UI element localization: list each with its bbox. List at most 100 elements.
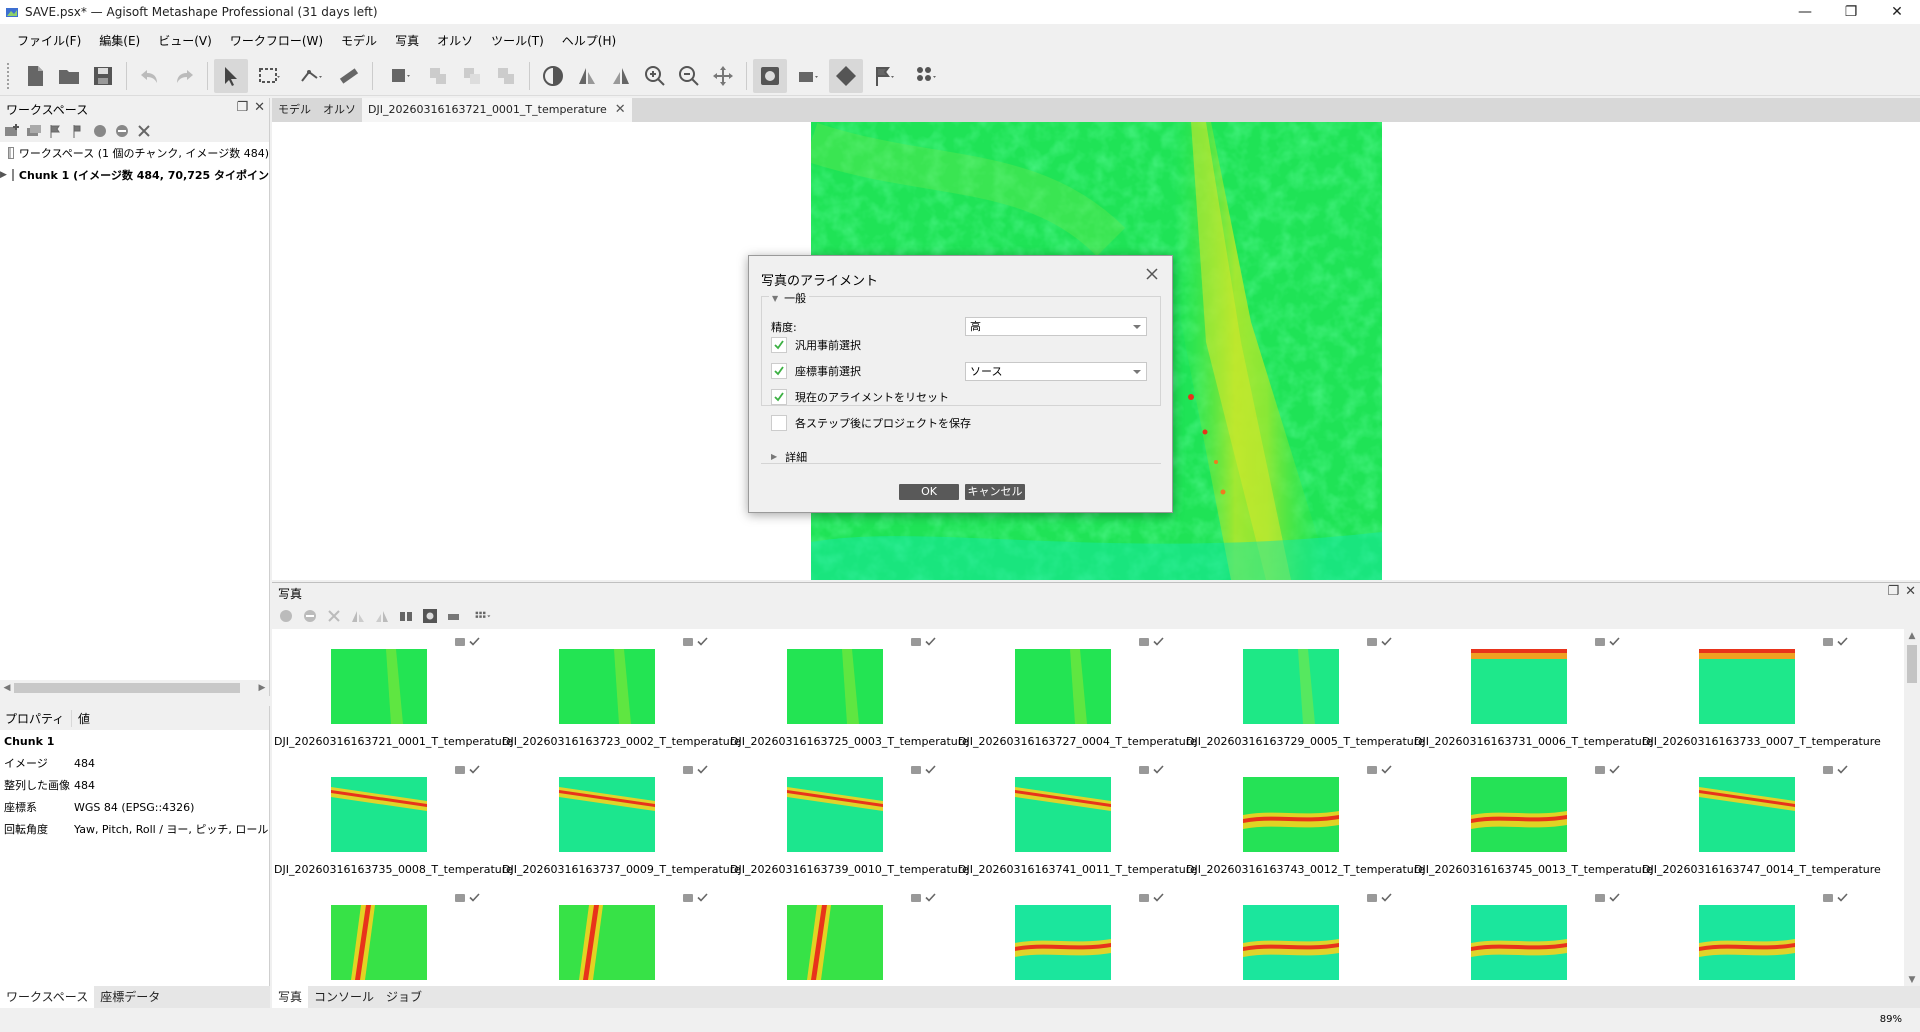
tab-close-icon[interactable]: ✕: [615, 98, 626, 122]
photo-thumbnail[interactable]: DJI_20260316163735_0008_T_temperature: [274, 757, 513, 885]
photo-thumbnail[interactable]: DJI_20260316163743_0012_T_temperature: [1186, 757, 1425, 885]
photo-thumbnail[interactable]: DJI_20260316163725_0003_T_temperature: [730, 629, 969, 757]
accuracy-select[interactable]: 高: [965, 317, 1147, 336]
menu-help[interactable]: ヘルプ(H): [553, 32, 625, 49]
photo-thumbnail[interactable]: [730, 885, 958, 987]
collapse-arrow-icon[interactable]: ▼: [772, 294, 778, 303]
tab-reference[interactable]: 座標データ: [94, 986, 166, 1008]
scroll-down-icon[interactable]: ▼: [1904, 975, 1920, 985]
rectangle-selection-button[interactable]: [248, 59, 290, 93]
photo-thumbnail[interactable]: [274, 885, 502, 987]
shape-intersect-button[interactable]: [455, 59, 489, 93]
menu-ortho[interactable]: オルソ: [428, 32, 482, 49]
photo-thumbnail[interactable]: DJI_20260316163729_0005_T_temperature: [1186, 629, 1425, 757]
generic-preselection-checkbox[interactable]: [771, 337, 787, 353]
workspace-horizontal-scrollbar[interactable]: ◀ ▶: [0, 680, 269, 696]
grid-view-icon[interactable]: [470, 608, 496, 624]
shape-subtract-button[interactable]: [489, 59, 523, 93]
scrollbar-thumb[interactable]: [14, 683, 240, 693]
tab-jobs[interactable]: ジョブ: [380, 986, 428, 1008]
photo-thumbnail[interactable]: DJI_20260316163737_0009_T_temperature: [502, 757, 741, 885]
property-row[interactable]: 整列した画像 484: [0, 774, 269, 796]
property-row[interactable]: イメージ 484: [0, 752, 269, 774]
close-button[interactable]: ✕: [1874, 0, 1920, 24]
ruler-tool-button[interactable]: [290, 59, 332, 93]
save-button[interactable]: [86, 59, 120, 93]
general-section-header[interactable]: ▼ 一般: [769, 290, 810, 306]
workspace-root-item[interactable]: ワークスペース (1 個のチャンク, イメージ数 484): [0, 142, 269, 164]
tab-workspace[interactable]: ワークスペース: [0, 986, 95, 1008]
new-button[interactable]: [18, 59, 52, 93]
property-row[interactable]: 座標系 WGS 84 (EPSG::4326): [0, 796, 269, 818]
menu-view[interactable]: ビュー(V): [149, 32, 221, 49]
show-markers-button[interactable]: [863, 59, 905, 93]
photo-thumbnail[interactable]: [1414, 885, 1642, 987]
chunk-item[interactable]: ▶ Chunk 1 (イメージ数 484, 70,725 タイポイント): [0, 164, 285, 186]
add-photos-icon[interactable]: [26, 123, 42, 139]
photo-thumbnail[interactable]: DJI_20260316163727_0004_T_temperature: [958, 629, 1197, 757]
photos-vertical-scrollbar[interactable]: ▲ ▼: [1904, 629, 1920, 987]
rotate-left-button[interactable]: [570, 59, 604, 93]
remove-icon[interactable]: [326, 608, 342, 624]
photo-thumbnail[interactable]: DJI_20260316163739_0010_T_temperature: [730, 757, 969, 885]
tab-console[interactable]: コンソール: [308, 986, 380, 1008]
menu-edit[interactable]: 編集(E): [90, 32, 149, 49]
photo-thumbnail[interactable]: [1642, 885, 1870, 987]
mask-icon[interactable]: [446, 608, 462, 624]
photo-thumbnail[interactable]: DJI_20260316163733_0007_T_temperature: [1642, 629, 1881, 757]
scroll-up-icon[interactable]: ▲: [1904, 631, 1920, 641]
zoom-out-button[interactable]: [672, 59, 706, 93]
photo-thumbnail[interactable]: [958, 885, 1186, 987]
shape-button[interactable]: [379, 59, 421, 93]
show-shapes-button[interactable]: [829, 58, 863, 93]
ok-button[interactable]: OK: [899, 484, 959, 500]
photo-thumbnail[interactable]: DJI_20260316163721_0001_T_temperature: [274, 629, 513, 757]
photo-thumbnail[interactable]: [502, 885, 730, 987]
image-frame-icon[interactable]: [422, 608, 438, 624]
redo-button[interactable]: [167, 59, 201, 93]
undock-icon[interactable]: ❐: [1887, 584, 1899, 599]
reset-alignment-row[interactable]: 現在のアライメントをリセット: [771, 389, 949, 405]
dialog-close-icon[interactable]: [1144, 266, 1160, 282]
remove-icon[interactable]: [136, 123, 152, 139]
undock-icon[interactable]: ❐: [236, 100, 248, 115]
move-button[interactable]: [706, 59, 740, 93]
photo-thumbnail[interactable]: DJI_20260316163747_0014_T_temperature: [1642, 757, 1881, 885]
expand-arrow-icon[interactable]: ▶: [0, 170, 7, 180]
scrollbar-thumb[interactable]: [1907, 645, 1917, 683]
photo-thumbnail[interactable]: DJI_20260316163723_0002_T_temperature: [502, 629, 741, 757]
add-chunk-icon[interactable]: [4, 123, 20, 139]
reset-alignment-checkbox[interactable]: [771, 389, 787, 405]
filter-icon[interactable]: [398, 608, 414, 624]
panel-close-icon[interactable]: ✕: [254, 100, 265, 115]
maximize-button[interactable]: ❐: [1828, 0, 1874, 24]
save-each-step-row[interactable]: 各ステップ後にプロジェクトを保存: [771, 415, 971, 431]
reference-preselection-row[interactable]: 座標事前選択: [771, 363, 861, 379]
tab-model[interactable]: モデル: [272, 98, 317, 122]
tab-ortho[interactable]: オルソ: [317, 98, 362, 122]
ruler-button[interactable]: [332, 59, 366, 93]
rotate-left-icon[interactable]: [350, 608, 366, 624]
open-button[interactable]: [52, 59, 86, 93]
rotate-right-button[interactable]: [604, 59, 638, 93]
panel-close-icon[interactable]: ✕: [1905, 584, 1916, 599]
scroll-left-icon[interactable]: ◀: [0, 680, 14, 696]
value-column-header[interactable]: 値: [72, 710, 90, 727]
show-points-button[interactable]: [905, 59, 947, 93]
photo-thumbnail[interactable]: DJI_20260316163741_0011_T_temperature: [958, 757, 1197, 885]
minimize-button[interactable]: —: [1782, 0, 1828, 24]
photo-thumbnail[interactable]: DJI_20260316163745_0013_T_temperature: [1414, 757, 1653, 885]
photo-viewport[interactable]: 写真のアライメント ▼ 一般 精度: 高 汎用事前選択 座標事前選択 ソース 現在…: [272, 122, 1920, 580]
enable-icon[interactable]: [92, 123, 108, 139]
add-shape-icon[interactable]: [70, 123, 86, 139]
navigation-tool-button[interactable]: [214, 58, 248, 93]
zoom-in-button[interactable]: [638, 59, 672, 93]
menu-tools[interactable]: ツール(T): [482, 32, 553, 49]
add-marker-icon[interactable]: [48, 123, 64, 139]
save-each-step-checkbox[interactable]: [771, 415, 787, 431]
disable-icon[interactable]: [302, 608, 318, 624]
shape-union-button[interactable]: [421, 59, 455, 93]
undo-button[interactable]: [133, 59, 167, 93]
contrast-button[interactable]: [536, 59, 570, 93]
show-image-button[interactable]: [753, 58, 787, 93]
